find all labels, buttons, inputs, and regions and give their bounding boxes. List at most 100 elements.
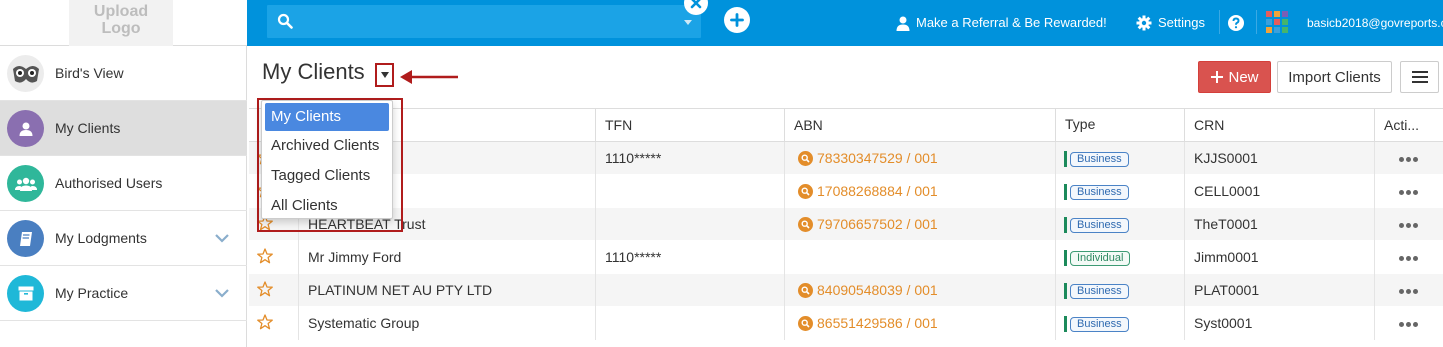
user-icon [7, 110, 44, 147]
star-icon[interactable] [257, 314, 273, 330]
annotation-arrow-icon [400, 70, 458, 84]
more-actions-icon[interactable] [1399, 223, 1418, 228]
crn-value: KJJS0001 [1184, 142, 1374, 175]
actions-cell [1374, 142, 1443, 175]
add-button[interactable] [724, 7, 750, 33]
chevron-down-icon[interactable] [215, 233, 229, 243]
column-header-type[interactable]: Type [1055, 109, 1184, 142]
favorite-cell [249, 241, 298, 274]
search-icon[interactable] [798, 184, 813, 199]
sidebar-item-birds-view[interactable]: Bird's View [0, 46, 247, 101]
referral-label: Make a Referral & Be Rewarded! [916, 15, 1107, 30]
settings-link[interactable]: Settings [1136, 0, 1205, 46]
sidebar-item-authorised-users[interactable]: Authorised Users [0, 156, 247, 211]
type-indicator [1064, 283, 1067, 300]
table-row[interactable]: PLATINUM NET AU PTY LTD 84090548039 / 001… [249, 274, 1443, 307]
menu-item-all-clients[interactable]: All Clients [265, 192, 389, 220]
upload-logo-placeholder[interactable]: Upload Logo [69, 0, 173, 46]
menu-item-tagged-clients[interactable]: Tagged Clients [265, 162, 389, 190]
chevron-down-icon[interactable] [215, 288, 229, 298]
abn-value[interactable]: 84090548039 / 001 [817, 274, 938, 307]
user-account-menu[interactable]: basicb2018@govreports.c [1307, 0, 1443, 46]
actions-cell [1374, 175, 1443, 208]
abn-value[interactable]: 78330347529 / 001 [817, 142, 938, 175]
more-actions-icon[interactable] [1399, 256, 1418, 261]
type-indicator [1064, 316, 1067, 333]
top-bar: Make a Referral & Be Rewarded! Settings … [247, 0, 1443, 46]
menu-item-archived-clients[interactable]: Archived Clients [265, 132, 389, 160]
search-box[interactable] [267, 5, 701, 38]
column-header-abn[interactable]: ABN [784, 109, 1055, 142]
divider [1219, 10, 1220, 34]
user-icon [896, 16, 910, 31]
abn-value[interactable]: 86551429586 / 001 [817, 307, 938, 340]
crn-value: TheT0001 [1184, 208, 1374, 241]
new-client-button[interactable]: New [1198, 61, 1271, 93]
search-icon[interactable] [798, 316, 813, 331]
search-icon[interactable] [798, 283, 813, 298]
client-name[interactable]: PLATINUM NET AU PTY LTD [298, 274, 595, 307]
menu-line [1411, 71, 1428, 73]
logo-text-line1: Upload [93, 3, 149, 20]
search-icon[interactable] [798, 217, 813, 232]
new-button-label: New [1228, 68, 1259, 86]
table-row[interactable]: HEARTBEAT Trust 79706657502 / 001 Business… [249, 208, 1443, 241]
referral-link[interactable]: Make a Referral & Be Rewarded! [896, 0, 1107, 46]
help-button[interactable] [1228, 0, 1244, 46]
type-indicator [1064, 151, 1067, 168]
more-actions-icon[interactable] [1399, 157, 1418, 162]
column-header-actions[interactable]: Acti... [1374, 109, 1443, 142]
abn-cell: 78330347529 / 001 [784, 142, 1055, 175]
type-indicator [1064, 184, 1067, 201]
users-icon [7, 165, 44, 202]
more-actions-icon[interactable] [1399, 190, 1418, 195]
settings-label: Settings [1158, 15, 1205, 30]
abn-value[interactable]: 79706657502 / 001 [817, 208, 938, 241]
sidebar-item-my-lodgments[interactable]: My Lodgments [0, 211, 247, 266]
table-header: TFN ABN Type CRN Acti... [249, 108, 1443, 142]
table-row[interactable]: Systematic Group 86551429586 / 001 Busines… [249, 307, 1443, 340]
abn-value[interactable]: 17088268884 / 001 [817, 175, 938, 208]
client-name[interactable]: Mr Jimmy Ford [298, 241, 595, 274]
import-clients-button[interactable]: Import Clients [1277, 61, 1392, 93]
type-cell: Business [1055, 142, 1184, 175]
table-row[interactable]: TY LTD17088268884 / 001BusinessCELL0001 [249, 175, 1443, 208]
plus-icon [1211, 71, 1224, 83]
actions-cell [1374, 208, 1443, 241]
archive-icon [7, 275, 44, 312]
sidebar-item-my-practice[interactable]: My Practice [0, 266, 247, 321]
caret-down-icon[interactable] [684, 20, 692, 25]
table-row[interactable]: Mr Jimmy Ford 1110***** Individual Jimm0001 [249, 241, 1443, 274]
apps-grid-icon[interactable] [1266, 11, 1288, 33]
type-cell: Individual [1055, 241, 1184, 274]
actions-cell [1374, 307, 1443, 340]
abn-cell: 17088268884 / 001 [784, 175, 1055, 208]
more-actions-icon[interactable] [1399, 322, 1418, 327]
more-actions-icon[interactable] [1399, 289, 1418, 294]
hamburger-menu-button[interactable] [1400, 61, 1439, 93]
sidebar-item-my-clients[interactable]: My Clients [0, 101, 247, 156]
client-filter-dropdown-toggle[interactable] [375, 63, 394, 87]
page-title: My Clients [262, 59, 365, 84]
type-cell: Business [1055, 274, 1184, 307]
sidebar-item-label: Bird's View [55, 65, 124, 81]
type-indicator [1064, 250, 1067, 267]
search-icon[interactable] [798, 151, 813, 166]
client-name[interactable]: Systematic Group [298, 307, 595, 340]
table-row[interactable]: GHAN1110*****78330347529 / 001BusinessKJ… [249, 142, 1443, 175]
column-header-crn[interactable]: CRN [1184, 109, 1374, 142]
column-header-tfn[interactable]: TFN [595, 109, 784, 142]
owl-icon [7, 55, 44, 92]
sidebar: Upload Logo Bird's View My Clients Autho… [0, 0, 247, 347]
user-email: basicb2018@govreports.c [1307, 16, 1443, 30]
logo-area: Upload Logo [0, 0, 247, 46]
star-icon[interactable] [257, 248, 273, 264]
star-icon[interactable] [257, 281, 273, 297]
type-indicator [1064, 217, 1067, 234]
divider [1256, 10, 1257, 34]
abn-cell: 86551429586 / 001 [784, 307, 1055, 340]
search-input[interactable] [303, 5, 663, 38]
type-badge: Business [1070, 283, 1129, 299]
crn-value: CELL0001 [1184, 175, 1374, 208]
menu-item-my-clients[interactable]: My Clients [265, 103, 389, 131]
